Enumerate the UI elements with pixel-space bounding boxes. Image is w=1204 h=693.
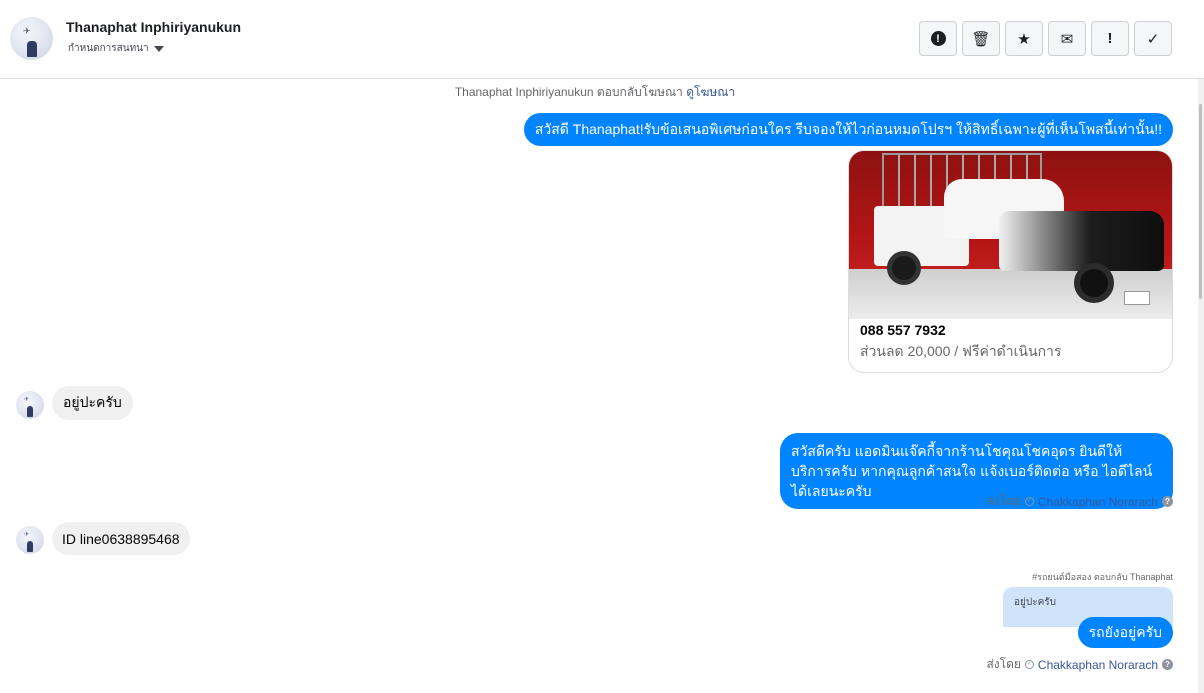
sent-by-info: ส่งโดย ✓ Chakkaphan Norarach ? <box>986 492 1173 511</box>
ad-card-image <box>849 151 1172 319</box>
incoming-message: ID line0638895468 <box>52 522 190 555</box>
assign-conversation-dropdown[interactable]: กำหนดการสนทนา <box>68 41 164 56</box>
mark-done-button[interactable]: ✓ <box>1134 21 1172 56</box>
verified-icon: ✓ <box>1024 497 1034 506</box>
plane-icon: ✈ <box>23 26 31 36</box>
message-scrollbar[interactable] <box>1198 79 1204 693</box>
sender-avatar: ✈ <box>16 391 44 419</box>
sender-link[interactable]: Chakkaphan Norarach <box>1038 658 1158 672</box>
star-icon: ★ <box>1017 30 1031 48</box>
sent-by-label: ส่งโดย <box>986 657 1021 671</box>
help-icon[interactable]: ? <box>1162 659 1173 670</box>
sender-avatar: ✈ <box>16 526 44 554</box>
outgoing-message: รถยังอยู่ครับ <box>1077 617 1173 648</box>
contact-name[interactable]: Thanaphat Inphiriyanukun <box>66 19 241 35</box>
assign-label: กำหนดการสนทนา <box>68 43 149 54</box>
help-icon[interactable]: ? <box>1162 496 1173 507</box>
exclamation-icon: ! <box>1107 30 1113 47</box>
mark-spam-button[interactable]: ! <box>919 21 957 56</box>
star-button[interactable]: ★ <box>1005 21 1043 56</box>
sent-by-info: ส่งโดย ✓ Chakkaphan Norarach ? <box>986 655 1173 674</box>
ad-reply-text: Thanaphat Inphiriyanukun ตอบกลับโฆษณา <box>454 85 683 99</box>
envelope-icon: ✉ <box>1060 30 1074 48</box>
caret-down-icon <box>153 45 164 52</box>
person-figure <box>27 41 37 57</box>
mark-unread-button[interactable]: ✉ <box>1048 21 1086 56</box>
flag-button[interactable]: ! <box>1091 21 1129 56</box>
verified-icon: ✓ <box>1024 660 1034 669</box>
person-figure <box>27 541 33 552</box>
incoming-message: อยู่ปะครับ <box>52 386 133 420</box>
ad-reply-context: Thanaphat Inphiriyanukun ตอบกลับโฆษณา ดู… <box>0 83 1190 102</box>
plane-icon: ✈ <box>24 397 30 403</box>
ad-card-subtitle: ส่วนลด 20,000 / ฟรีค่าดำเนินการ <box>860 343 1062 359</box>
conversation-header: ✈ Thanaphat Inphiriyanukun กำหนดการสนทนา… <box>0 0 1204 79</box>
ad-card-title: 088 557 7932 <box>860 322 946 338</box>
check-icon: ✓ <box>1146 30 1160 48</box>
trash-icon: 🗑 <box>971 30 991 48</box>
view-ad-link[interactable]: ดูโฆษณา <box>686 85 735 99</box>
contact-avatar[interactable]: ✈ <box>10 17 53 60</box>
reply-header: #รถยนต์มือสอง ตอบกลับ Thanaphat <box>1032 572 1173 582</box>
action-toolbar: ! 🗑 ★ ✉ ! ✓ <box>919 21 1172 56</box>
outgoing-message: สวัสดี Thanaphat!รับข้อเสนอพิเศษก่อนใคร … <box>523 113 1173 146</box>
ad-card[interactable]: 088 557 7932 ส่วนลด 20,000 / ฟรีค่าดำเนิ… <box>848 150 1173 373</box>
person-figure <box>27 406 33 417</box>
sender-link[interactable]: Chakkaphan Norarach <box>1038 495 1158 509</box>
delete-button[interactable]: 🗑 <box>962 21 1000 56</box>
sent-by-label: ส่งโดย <box>986 494 1021 508</box>
scrollbar-thumb[interactable] <box>1199 104 1202 299</box>
plane-icon: ✈ <box>24 532 30 538</box>
alert-circle-icon: ! <box>930 31 946 46</box>
